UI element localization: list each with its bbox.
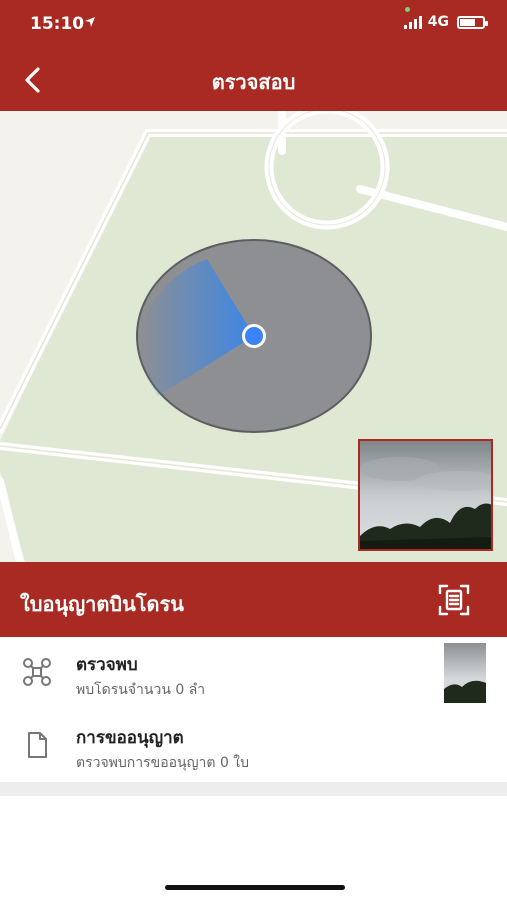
page-title: ตรวจสอบ [211,70,296,94]
section-title: ใบอนุญาตบินโดรน [20,592,184,616]
signal-icon [403,15,422,29]
status-time: 15:10 [30,14,85,34]
scan-document-icon [438,584,470,616]
list-item-permits[interactable]: การขออนุญาต ตรวจพบการขออนุญาต 0 ใบ [0,710,507,782]
list-item-detected[interactable]: ตรวจพบ พบโดรนจำนวน 0 ลำ [0,637,507,709]
list-item-subtitle: พบโดรนจำนวน 0 ลำ [76,682,206,698]
document-icon [28,732,47,758]
list-item-title: การขออนุญาต [76,728,184,748]
camera-preview[interactable] [358,439,493,551]
list-item-title: ตรวจพบ [76,655,138,675]
privacy-indicator [405,7,410,12]
drone-icon [23,658,51,686]
scan-button[interactable] [437,583,471,617]
status-indicators: 4G [403,14,488,30]
detection-thumbnail [444,643,486,703]
camera-image [360,441,491,549]
location-dot [245,327,263,345]
home-indicator[interactable] [165,885,345,890]
divider [0,782,507,796]
app-header: 15:10 4G ตรวจสอบ [0,0,507,111]
list-item-subtitle: ตรวจพบการขออนุญาต 0 ใบ [76,755,250,771]
location-arrow-icon [85,17,95,27]
network-label: 4G [427,14,449,30]
battery-icon [457,15,488,29]
section-header: ใบอนุญาตบินโดรน [0,562,507,637]
